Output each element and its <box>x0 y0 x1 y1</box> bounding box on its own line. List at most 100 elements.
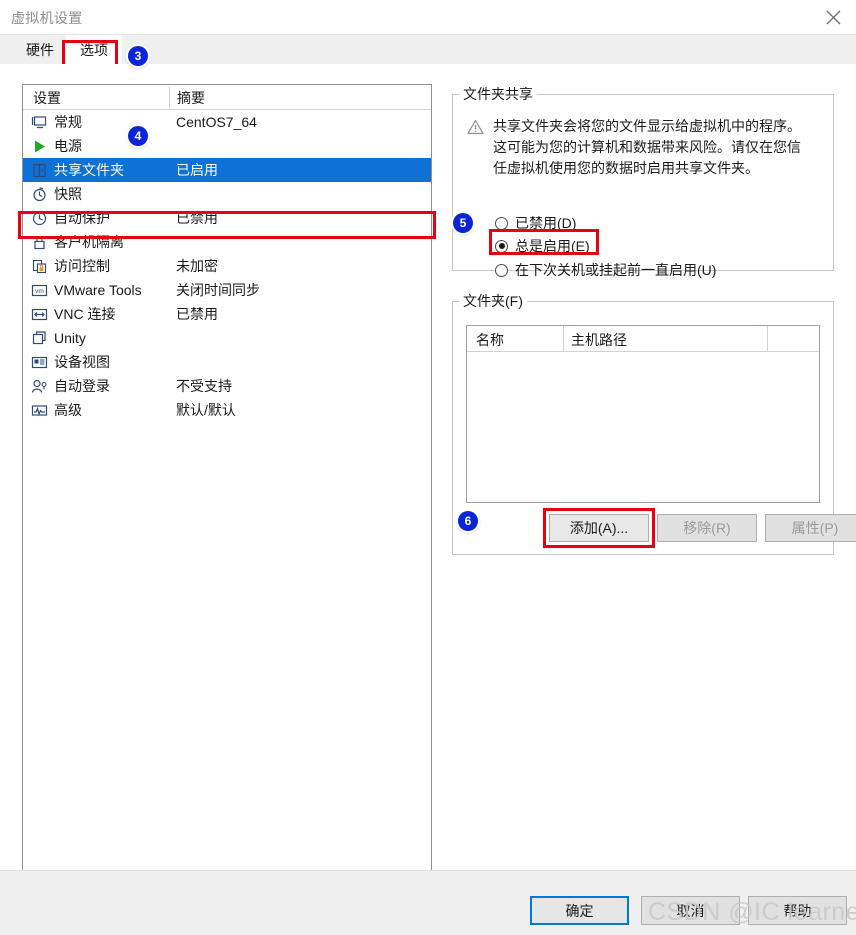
folders-column-header-path[interactable]: 主机路径 <box>571 330 627 350</box>
settings-row-name: 快照 <box>54 186 82 202</box>
folders-table-header: 名称 主机路径 <box>467 326 819 352</box>
folders-column-divider-1 <box>563 326 564 351</box>
unity-icon <box>31 330 48 347</box>
shared-folder-icon <box>31 162 48 179</box>
column-header-summary[interactable]: 摘要 <box>177 88 205 108</box>
settings-row-name: 电源 <box>54 138 82 154</box>
settings-row-10[interactable]: Unity <box>23 326 431 350</box>
folder-sharing-warning: 共享文件夹会将您的文件显示给虚拟机中的程序。这可能为您的计算机和数据带来风险。请… <box>467 116 819 179</box>
device-view-icon <box>31 354 48 371</box>
remove-button: 移除(R) <box>657 514 757 542</box>
folder-sharing-group: 文件夹共享 共享文件夹会将您的文件显示给虚拟机中的程序。这可能为您的计算机和数据… <box>452 84 834 278</box>
radio-disabled-indicator <box>495 216 508 230</box>
settings-row-5[interactable]: 自动保护 已禁用 <box>23 206 431 230</box>
tab-options[interactable]: 选项 <box>66 35 122 65</box>
vmware-tools-icon: vm <box>31 282 48 299</box>
radio-until-shutdown-label: 在下次关机或挂起前一直启用(U) <box>515 262 717 278</box>
settings-row-13[interactable]: 高级 默认/默认 <box>23 398 431 422</box>
settings-row-2[interactable]: 电源 <box>23 134 431 158</box>
settings-row-name: Unity <box>54 330 86 346</box>
settings-row-7[interactable]: 访问控制 未加密 <box>23 254 431 278</box>
settings-row-4[interactable]: 快照 <box>23 182 431 206</box>
power-play-icon <box>31 138 48 155</box>
settings-row-name: VMware Tools <box>54 282 142 298</box>
settings-row-summary: 已禁用 <box>176 210 218 226</box>
folder-sharing-legend: 文件夹共享 <box>463 86 533 102</box>
settings-row-name: 自动保护 <box>54 210 110 226</box>
help-button-label: 帮助 <box>783 902 812 919</box>
settings-row-summary: 默认/默认 <box>176 402 236 418</box>
settings-row-name: 共享文件夹 <box>54 162 124 178</box>
radio-disabled[interactable]: 已禁用(D) <box>495 212 576 234</box>
dialog-footer: 确定 取消 帮助 <box>0 870 856 935</box>
settings-row-1[interactable]: 常规 CentOS7_64 <box>23 110 431 134</box>
settings-list-body: 常规 CentOS7_64 电源 共享文件夹 已启用 快照 自动保护 已禁用 客户机隔离 访问控制… <box>23 110 431 422</box>
dialog-content: 设置 摘要 常规 CentOS7_64 电源 共享文件夹 已启用 快照 自动保护 已禁用 客户机… <box>0 64 856 872</box>
radio-always-enabled[interactable]: 总是启用(E) <box>495 235 590 257</box>
folders-column-divider-2 <box>767 326 768 351</box>
folders-column-header-name[interactable]: 名称 <box>476 330 504 350</box>
settings-row-name: 访问控制 <box>54 258 110 274</box>
step-badge-6: 6 <box>458 511 478 531</box>
folders-legend: 文件夹(F) <box>463 293 523 309</box>
cancel-button-label: 取消 <box>676 902 705 919</box>
settings-row-name: 设备视图 <box>54 354 110 370</box>
radio-always-enabled-label: 总是启用(E) <box>515 238 590 254</box>
settings-row-11[interactable]: 设备视图 <box>23 350 431 374</box>
settings-list-panel[interactable]: 设置 摘要 常规 CentOS7_64 电源 共享文件夹 已启用 快照 自动保护 已禁用 客户机… <box>22 84 432 872</box>
settings-row-name: 常规 <box>54 114 82 130</box>
settings-row-summary: CentOS7_64 <box>176 114 257 130</box>
lock-icon <box>31 234 48 251</box>
properties-button-label: 属性(P) <box>791 520 839 536</box>
settings-row-12[interactable]: 自动登录 不受支持 <box>23 374 431 398</box>
column-header-setting[interactable]: 设置 <box>33 88 61 108</box>
step-badge-3: 3 <box>128 46 148 66</box>
monitor-icon <box>31 114 48 131</box>
tab-hardware[interactable]: 硬件 <box>14 35 66 65</box>
right-column: 文件夹共享 共享文件夹会将您的文件显示给虚拟机中的程序。这可能为您的计算机和数据… <box>452 84 856 555</box>
folders-table[interactable]: 名称 主机路径 <box>466 325 820 503</box>
tab-hardware-label: 硬件 <box>26 42 54 58</box>
close-icon <box>826 10 841 25</box>
add-button[interactable]: 添加(A)... <box>549 514 649 542</box>
settings-row-name: 客户机隔离 <box>54 234 124 250</box>
vnc-icon <box>31 306 48 323</box>
settings-row-3[interactable]: 共享文件夹 已启用 <box>23 158 431 182</box>
tab-options-label: 选项 <box>80 42 108 58</box>
snapshot-icon <box>31 186 48 203</box>
settings-row-summary: 已禁用 <box>176 306 218 322</box>
settings-row-summary: 关闭时间同步 <box>176 282 260 298</box>
radio-until-shutdown[interactable]: 在下次关机或挂起前一直启用(U) <box>495 259 716 281</box>
add-button-label: 添加(A)... <box>569 520 629 536</box>
step-badge-5: 5 <box>453 213 473 233</box>
advanced-icon <box>31 402 48 419</box>
ok-button[interactable]: 确定 <box>530 896 629 925</box>
folder-sharing-warning-text: 共享文件夹会将您的文件显示给虚拟机中的程序。这可能为您的计算机和数据带来风险。请… <box>493 118 801 176</box>
help-button[interactable]: 帮助 <box>748 896 847 925</box>
settings-row-name: 自动登录 <box>54 378 110 394</box>
window-title: 虚拟机设置 <box>11 10 83 26</box>
settings-row-name: 高级 <box>54 402 82 418</box>
settings-row-9[interactable]: VNC 连接 已禁用 <box>23 302 431 326</box>
radio-disabled-label: 已禁用(D) <box>515 215 577 231</box>
settings-row-summary: 不受支持 <box>176 378 232 394</box>
properties-button: 属性(P) <box>765 514 856 542</box>
autoprotect-clock-icon <box>31 210 48 227</box>
radio-always-enabled-indicator <box>495 239 508 253</box>
cancel-button[interactable]: 取消 <box>641 896 740 925</box>
warning-triangle-icon <box>467 116 489 179</box>
access-control-icon <box>31 258 48 275</box>
header-column-divider <box>169 87 170 108</box>
close-button[interactable] <box>810 0 856 34</box>
radio-until-shutdown-indicator <box>495 263 508 277</box>
settings-row-summary: 未加密 <box>176 258 218 274</box>
title-bar: 虚拟机设置 <box>0 0 856 34</box>
settings-row-6[interactable]: 客户机隔离 <box>23 230 431 254</box>
svg-text:vm: vm <box>35 288 44 295</box>
settings-row-8[interactable]: vm VMware Tools 关闭时间同步 <box>23 278 431 302</box>
step-badge-4: 4 <box>128 126 148 146</box>
settings-row-summary: 已启用 <box>176 162 218 178</box>
auto-login-icon <box>31 378 48 395</box>
remove-button-label: 移除(R) <box>683 520 731 536</box>
folders-group: 文件夹(F) 名称 主机路径 添加(A)... 移除(R) 属性(P) <box>452 291 856 555</box>
